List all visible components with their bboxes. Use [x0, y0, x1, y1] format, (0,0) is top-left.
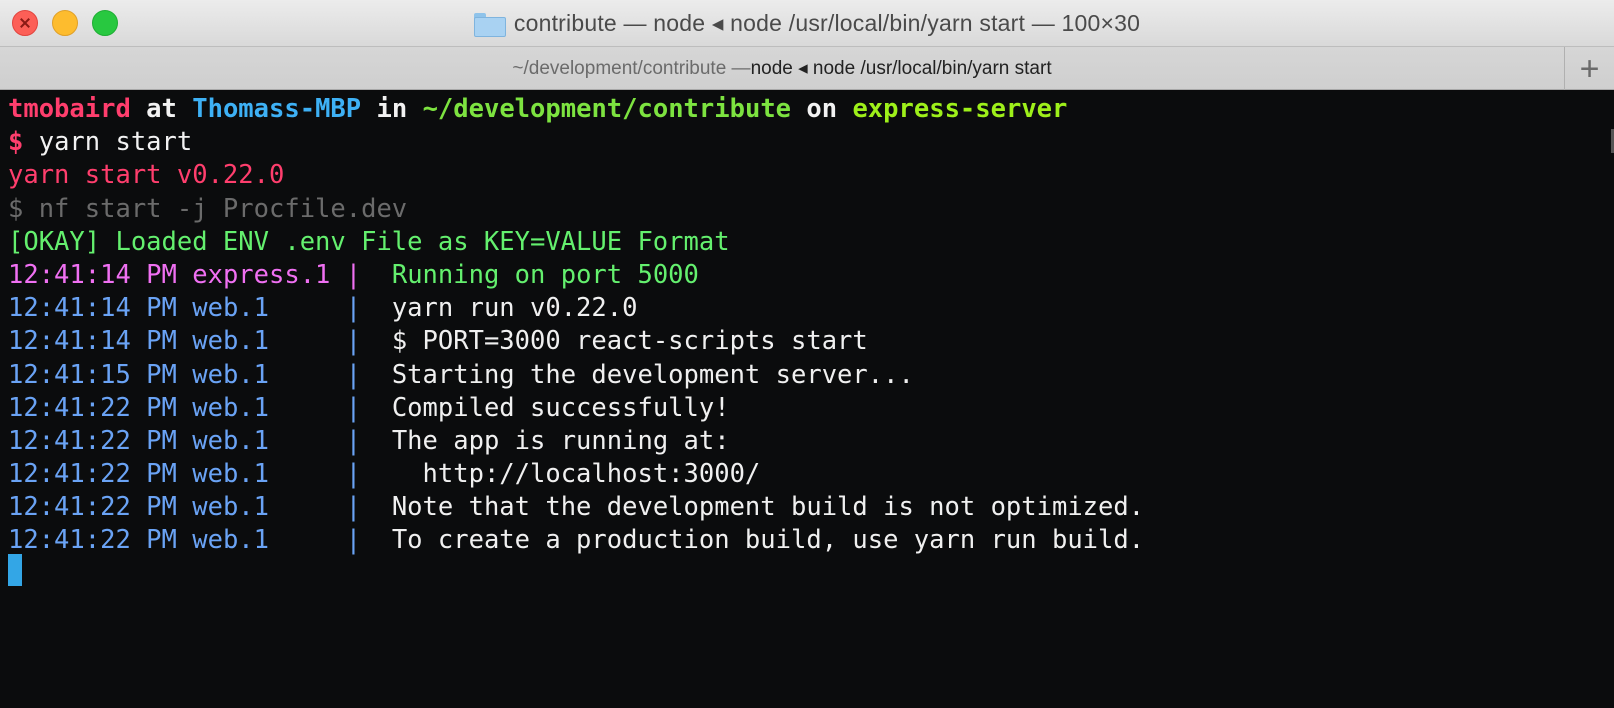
- prompt-line: tmobaird at Thomass-MBP in ~/development…: [8, 93, 1144, 126]
- terminal-lines: tmobaird at Thomass-MBP in ~/development…: [8, 93, 1144, 558]
- web-log-line: 12:41:22 PM web.1 | Compiled successfull…: [8, 392, 1144, 425]
- log-process: express.1 |: [176, 259, 377, 290]
- window-title: contribute — node ◂ node /usr/local/bin/…: [513, 10, 1141, 36]
- log-time: 12:41:14 PM: [8, 293, 177, 324]
- log-time: 12:41:22 PM: [8, 492, 177, 523]
- title-wrap: contribute — node ◂ node /usr/local/bin/…: [0, 0, 1614, 47]
- nf-command-line: $ nf start -j Procfile.dev: [8, 193, 408, 224]
- prompt-branch: express-server: [852, 94, 1068, 124]
- terminal-output[interactable]: tmobaird at Thomass-MBP in ~/development…: [0, 91, 1614, 708]
- prompt-path: ~/development/contribute: [422, 94, 792, 124]
- terminal-window: contribute — node ◂ node /usr/local/bin/…: [0, 0, 1614, 708]
- folder-icon: [473, 12, 506, 37]
- yarn-version-line: yarn start v0.22.0: [8, 160, 285, 191]
- log-time: 12:41:22 PM: [8, 425, 177, 456]
- web-log-line: 12:41:15 PM web.1 | Starting the develop…: [8, 359, 1144, 392]
- log-message: Running on port 5000: [376, 259, 699, 290]
- log-time: 12:41:22 PM: [8, 525, 177, 556]
- log-message: Note that the development build is not o…: [391, 492, 1145, 523]
- web-log-line: 12:41:22 PM web.1 | To create a producti…: [8, 524, 1144, 557]
- log-message: To create a production build, use yarn r…: [391, 525, 1145, 556]
- command-text: yarn start: [23, 127, 193, 158]
- command-line: $ yarn start: [8, 126, 1144, 159]
- log-process: web.1 |: [176, 459, 392, 490]
- okay-line: [OKAY] Loaded ENV .env File as KEY=VALUE…: [8, 226, 730, 257]
- log-time: 12:41:22 PM: [8, 392, 177, 423]
- prompt-symbol: $: [8, 127, 24, 158]
- log-process: web.1 |: [176, 326, 392, 357]
- tab-process: node ◂ node /usr/local/bin/yarn start: [750, 58, 1052, 79]
- text-cursor: [8, 554, 22, 586]
- title-bar[interactable]: contribute — node ◂ node /usr/local/bin/…: [0, 0, 1614, 47]
- web-log-line: 12:41:14 PM web.1 | yarn run v0.22.0: [8, 292, 1144, 325]
- log-message: Starting the development server...: [391, 359, 914, 390]
- log-process: web.1 |: [176, 359, 392, 390]
- log-message: yarn run v0.22.0: [391, 293, 638, 324]
- new-tab-button[interactable]: +: [1564, 47, 1614, 90]
- log-time: 12:41:14 PM: [8, 326, 177, 357]
- express-log-line: 12:41:14 PM express.1 | Running on port …: [8, 259, 1144, 292]
- prompt-at: at: [130, 94, 193, 124]
- web-log-line: 12:41:22 PM web.1 | Note that the develo…: [8, 491, 1144, 524]
- log-process: web.1 |: [176, 425, 392, 456]
- log-process: web.1 |: [176, 392, 392, 423]
- log-message: $ PORT=3000 react-scripts start: [391, 326, 868, 357]
- log-time: 12:41:22 PM: [8, 459, 177, 490]
- log-process: web.1 |: [176, 525, 392, 556]
- log-message: Compiled successfully!: [391, 392, 730, 423]
- log-process: web.1 |: [176, 492, 392, 523]
- web-log-line: 12:41:14 PM web.1 | $ PORT=3000 react-sc…: [8, 325, 1144, 358]
- log-time: 12:41:15 PM: [8, 359, 177, 390]
- web-log-line: 12:41:22 PM web.1 | The app is running a…: [8, 425, 1144, 458]
- tab-bar: ~/development/contribute — node ◂ node /…: [0, 47, 1614, 90]
- prompt-user: tmobaird: [8, 94, 131, 124]
- prompt-host: Thomass-MBP: [192, 94, 362, 124]
- log-message-url[interactable]: http://localhost:3000/: [392, 459, 761, 489]
- prompt-in: in: [361, 94, 423, 124]
- prompt-on: on: [791, 94, 853, 124]
- log-process: web.1 |: [176, 293, 392, 324]
- log-message: The app is running at:: [391, 425, 730, 456]
- log-time: 12:41:14 PM: [8, 259, 177, 290]
- tab-active[interactable]: ~/development/contribute — node ◂ node /…: [0, 47, 1564, 90]
- tab-path: ~/development/contribute —: [512, 57, 751, 79]
- web-log-line: 12:41:22 PM web.1 | http://localhost:300…: [8, 458, 1144, 491]
